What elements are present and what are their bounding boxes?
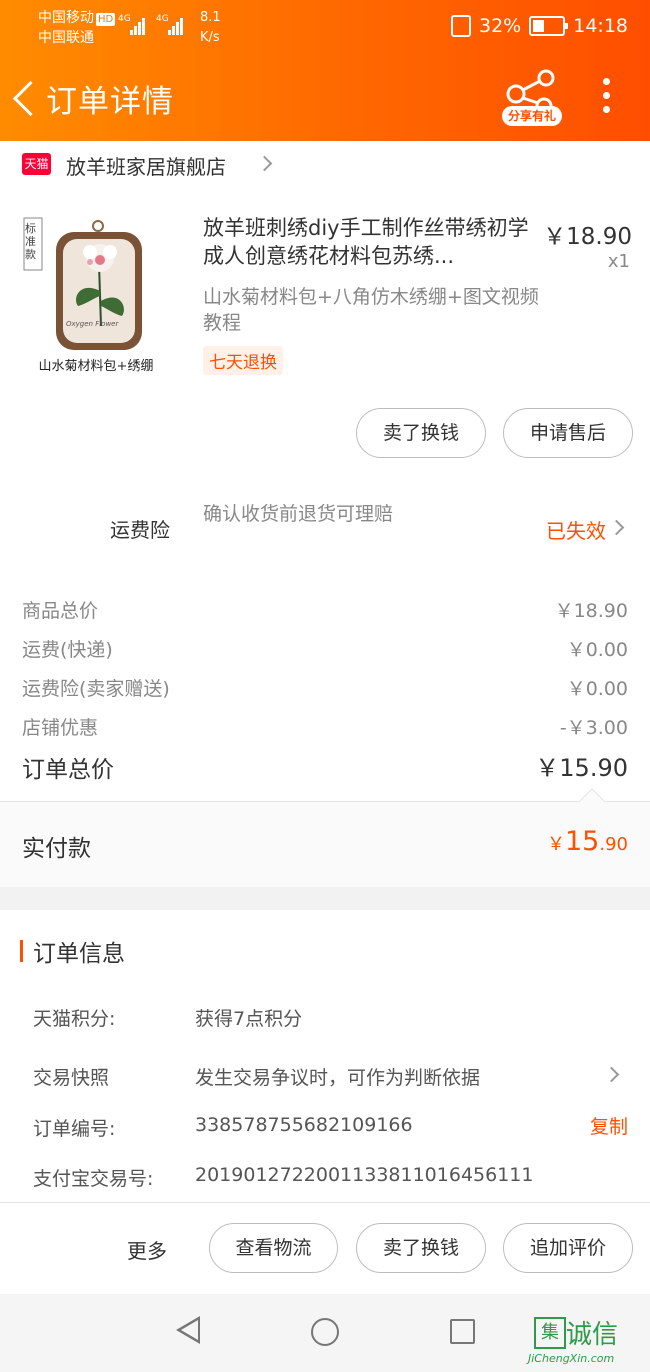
paid-decimal: .90 (599, 834, 628, 855)
share-reward-label[interactable]: 分享有礼 (502, 106, 562, 126)
info-label: 订单编号: (33, 1118, 116, 1140)
order-info-section: 订单信息 天猫积分: 获得7点积分 交易快照 发生交易争议时，可作为判断依据 订… (0, 910, 650, 1202)
vibrate-icon (451, 15, 471, 37)
carrier-name: 中国移动 (38, 10, 94, 26)
fee-value: ￥0.00 (566, 639, 628, 661)
back-button[interactable] (8, 74, 48, 124)
hd-badge: HD (96, 13, 116, 26)
paid-label: 实付款 (22, 836, 91, 862)
status-bar: 中国移动 HD 中国联通 4G 4G 8.1 K/s 32% 14:18 (0, 0, 650, 58)
status-right: 32% 14:18 (451, 15, 628, 37)
product-thumbnail[interactable]: 标准款 Oxygen Flower 山水菊材料包+绣绷 (20, 216, 170, 376)
network-type-1: 4G (118, 14, 131, 24)
embroidery-hoop-image (23, 217, 142, 350)
paid-amount-row: 实付款 ￥15.90 (0, 788, 650, 887)
bottom-action-bar: 更多 查看物流 卖了换钱 追加评价 (0, 1202, 650, 1294)
snapshot-label[interactable]: 交易快照 (33, 1063, 109, 1090)
network-type-2: 4G (156, 14, 169, 24)
copy-button[interactable]: 复制 (590, 1112, 628, 1139)
fee-label: 店铺优惠 (22, 717, 99, 739)
view-logistics-button[interactable]: 查看物流 (209, 1223, 338, 1273)
nav-home-icon[interactable] (311, 1318, 339, 1346)
speed-unit: K/s (200, 30, 220, 45)
store-name[interactable]: 放羊班家居旗舰店 (66, 151, 226, 180)
alipay-trade-number: 2019012722001133811016456111 (195, 1164, 534, 1186)
nav-back-icon[interactable] (176, 1316, 200, 1344)
after-sale-button[interactable]: 申请售后 (503, 408, 633, 458)
battery-icon (529, 16, 569, 36)
fee-value: -￥3.00 (559, 717, 628, 739)
shipping-insurance-status[interactable]: 已失效 (546, 515, 606, 544)
watermark-logo: 集诚信 (534, 1314, 618, 1351)
product-quantity: x1 (607, 251, 630, 272)
paid-currency: ￥ (547, 834, 565, 855)
sell-button[interactable]: 卖了换钱 (356, 1223, 486, 1273)
sell-button[interactable]: 卖了换钱 (356, 408, 486, 458)
product-title[interactable]: 放羊班刺绣diy手工制作丝带绣初学成人创意绣花材料包苏绣... (203, 214, 533, 272)
thumb-corner-label: 标准款 (25, 222, 36, 261)
speed-value: 8.1 (200, 10, 221, 25)
tmall-logo: 天猫 (22, 153, 51, 175)
page-title: 订单详情 (46, 84, 174, 120)
order-info-title: 订单信息 (33, 941, 125, 967)
watermark-url: JiChengXin.com (528, 1352, 615, 1365)
more-menu-icon[interactable] (596, 78, 616, 122)
paid-value: ￥15.90 (547, 826, 628, 857)
clock: 14:18 (573, 15, 628, 37)
carrier-secondary: 中国联通 (38, 30, 94, 46)
shipping-insurance-label: 运费险 (110, 518, 170, 542)
fee-value: ￥18.90 (554, 600, 628, 622)
watermark-text: 诚信 (566, 1320, 619, 1350)
network-speed: 8.1 K/s (200, 8, 221, 48)
add-review-button[interactable]: 追加评价 (503, 1223, 633, 1273)
system-navigation-bar: 集诚信 JiChengXin.com (0, 1294, 650, 1372)
thumb-caption: 山水菊材料包+绣绷 (38, 359, 154, 374)
section-accent-bar (20, 940, 23, 962)
product-price: ￥18.90 (543, 224, 632, 250)
snapshot-desc[interactable]: 发生交易争议时，可作为判断依据 (195, 1063, 480, 1090)
thumb-script-label: Oxygen Flower (66, 320, 119, 328)
header-area: 中国移动 HD 中国联通 4G 4G 8.1 K/s 32% 14:18 订单详情 (0, 0, 650, 141)
chevron-right-icon (608, 519, 625, 536)
navbar: 订单详情 分享有礼 (0, 58, 650, 141)
fee-label: 商品总价 (22, 600, 99, 622)
battery-percent: 32% (479, 15, 522, 37)
order-card: 天猫 放羊班家居旗舰店 标准款 Oxygen Flower 山水菊材料包+绣绷 … (0, 141, 650, 801)
signal-icon (130, 16, 146, 36)
watermark-mark: 集 (534, 1316, 566, 1349)
fee-label: 运费(快递) (22, 639, 113, 661)
info-value: 获得7点积分 (195, 1008, 303, 1030)
info-label: 天猫积分: (33, 1008, 116, 1030)
order-total-value: ￥15.90 (535, 754, 628, 782)
return-policy-tag: 七天退换 (203, 346, 283, 375)
paid-integer: 15 (565, 826, 600, 857)
order-total-label: 订单总价 (22, 757, 114, 783)
chevron-right-icon[interactable] (603, 1066, 620, 1083)
more-button[interactable]: 更多 (127, 1235, 167, 1264)
info-label: 支付宝交易号: (33, 1168, 154, 1190)
fee-label: 运费险(卖家赠送) (22, 678, 170, 700)
nav-recents-icon[interactable] (450, 1319, 475, 1344)
store-row[interactable]: 天猫 放羊班家居旗舰店 (0, 141, 650, 187)
product-sku: 山水菊材料包+八角仿木绣绷+图文视频教程 (203, 286, 539, 334)
fee-value: ￥0.00 (566, 678, 628, 700)
carrier-primary: 中国移动 HD (38, 8, 116, 28)
order-number: 338578755682109166 (195, 1114, 413, 1136)
shipping-insurance-desc: 确认收货前退货可理赔 (203, 503, 394, 525)
chevron-right-icon (256, 155, 273, 172)
signal-icon (168, 16, 184, 36)
